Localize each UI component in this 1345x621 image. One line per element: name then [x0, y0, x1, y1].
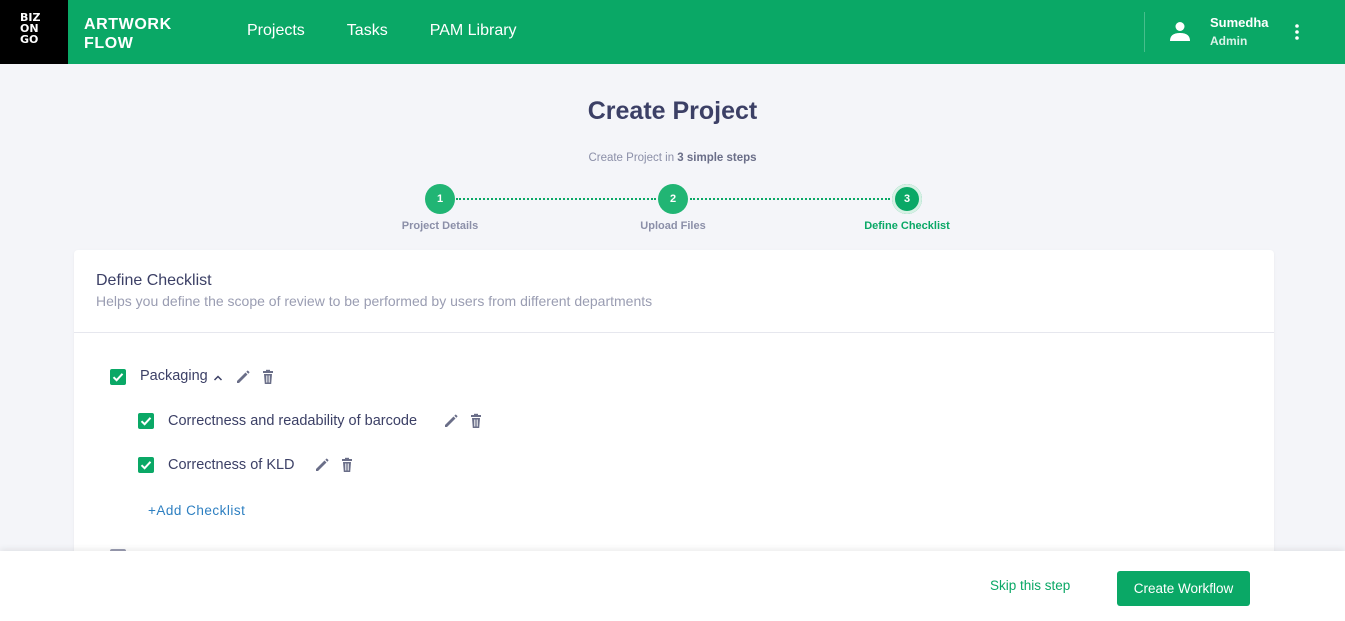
- header-divider: [1144, 12, 1145, 52]
- chevron-up-icon[interactable]: [212, 372, 224, 384]
- create-workflow-button[interactable]: Create Workflow: [1117, 571, 1250, 606]
- edit-pencil-icon[interactable]: [314, 457, 330, 473]
- checklist-item-checkbox[interactable]: [138, 413, 154, 429]
- edit-pencil-icon[interactable]: [443, 413, 459, 429]
- action-footer: Skip this step Create Workflow: [0, 551, 1345, 621]
- define-checklist-card: Define Checklist Helps you define the sc…: [74, 250, 1274, 570]
- group-label-packaging: Packaging: [140, 368, 208, 384]
- subtitle-text: Create Project in: [588, 152, 678, 164]
- stepper-connector: [456, 198, 656, 200]
- check-icon: [140, 461, 152, 470]
- step-3-circle[interactable]: 3: [892, 184, 922, 214]
- check-icon: [140, 417, 152, 426]
- nav-tasks[interactable]: Tasks: [347, 22, 388, 40]
- stepper-connector: [690, 198, 890, 200]
- top-navigation-bar: BIZ ON GO ARTWORK FLOW Projects Tasks PA…: [0, 0, 1345, 64]
- card-divider: [74, 332, 1274, 333]
- step-3-number: 3: [896, 188, 918, 210]
- delete-trash-icon[interactable]: [339, 457, 355, 473]
- nav-pam-library[interactable]: PAM Library: [430, 22, 517, 40]
- step-1-circle[interactable]: 1: [425, 184, 455, 214]
- checklist-item-label: Correctness of KLD: [168, 457, 295, 473]
- checklist-item-checkbox[interactable]: [138, 457, 154, 473]
- add-checklist-link[interactable]: +Add Checklist: [148, 503, 245, 518]
- user-role: Admin: [1210, 34, 1248, 48]
- more-options-icon[interactable]: [1287, 22, 1307, 42]
- step-2-circle[interactable]: 2: [658, 184, 688, 214]
- skip-step-button[interactable]: Skip this step: [990, 578, 1070, 593]
- packaging-checkbox[interactable]: [110, 369, 126, 385]
- delete-trash-icon[interactable]: [468, 413, 484, 429]
- card-description: Helps you define the scope of review to …: [96, 293, 653, 309]
- app-title-line1: ARTWORK: [84, 16, 172, 33]
- bizongo-logo[interactable]: BIZ ON GO: [0, 0, 68, 64]
- app-title-line2: FLOW: [84, 35, 134, 52]
- step-3-label: Define Checklist: [864, 220, 950, 232]
- subtitle-emphasis: 3 simple steps: [677, 152, 757, 164]
- page-title: Create Project: [587, 97, 758, 125]
- delete-trash-icon[interactable]: [260, 369, 276, 385]
- app-title: ARTWORK FLOW: [84, 15, 172, 53]
- user-avatar-icon[interactable]: [1168, 19, 1192, 43]
- check-icon: [112, 373, 124, 382]
- page-subtitle: Create Project in 3 simple steps: [0, 152, 1345, 164]
- step-1-label: Project Details: [401, 220, 479, 232]
- nav-projects[interactable]: Projects: [247, 22, 305, 40]
- main-nav: Projects Tasks PAM Library: [247, 22, 559, 40]
- card-title: Define Checklist: [96, 272, 212, 289]
- edit-pencil-icon[interactable]: [235, 369, 251, 385]
- user-name: Sumedha: [1210, 15, 1269, 30]
- logo-line: GO: [20, 33, 39, 46]
- checklist-item-label: Correctness and readability of barcode: [168, 413, 418, 429]
- step-2-label: Upload Files: [640, 220, 706, 232]
